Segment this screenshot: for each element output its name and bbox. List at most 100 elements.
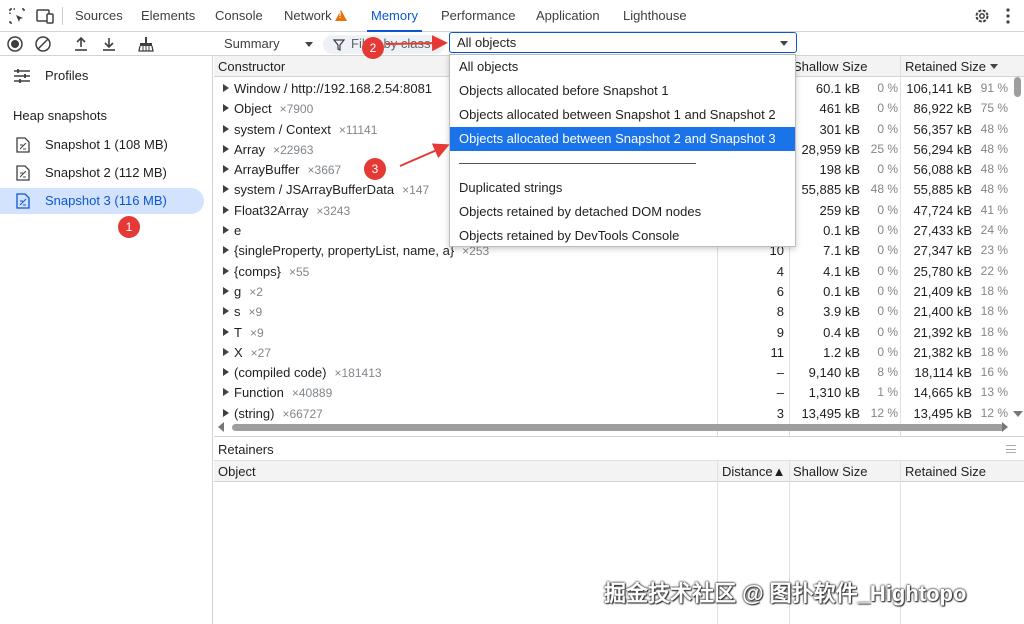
scrollbar-thumb[interactable] (232, 424, 1004, 431)
expand-triangle-icon[interactable] (223, 307, 229, 316)
object-filter-select[interactable]: All objects (449, 32, 797, 53)
constructor-label: {singleProperty, propertyList, name, a} (234, 243, 455, 259)
collect-garbage-icon[interactable] (137, 35, 155, 53)
distance-value: 9 (776, 324, 784, 340)
option-separator (459, 163, 696, 164)
tab-sources[interactable]: Sources (71, 0, 127, 32)
expand-triangle-icon[interactable] (223, 368, 229, 377)
snapshot-item-2[interactable]: Snapshot 2 (112 MB) (0, 160, 204, 186)
table-row[interactable]: X ×27 11 1.2 kB 0 % 21,382 kB 18 % (214, 342, 1024, 362)
upload-icon[interactable] (72, 35, 90, 53)
expand-triangle-icon[interactable] (223, 124, 229, 133)
ret-col-shallow-size[interactable]: Shallow Size (793, 464, 867, 479)
ret-col-object[interactable]: Object (218, 464, 256, 479)
view-select[interactable]: Summary (224, 36, 280, 51)
option-devtools-console[interactable]: Objects retained by DevTools Console (450, 224, 795, 248)
constructor-name: Float32Array ×3243 (234, 203, 350, 218)
tab-lighthouse[interactable]: Lighthouse (619, 0, 691, 32)
tab-application[interactable]: Application (532, 0, 604, 32)
snapshot-item-3[interactable]: Snapshot 3 (116 MB) (0, 188, 204, 214)
tab-performance[interactable]: Performance (437, 0, 519, 32)
tab-network[interactable]: Network (280, 0, 351, 32)
record-icon[interactable] (6, 35, 24, 53)
distance-value: 6 (776, 283, 784, 299)
table-row[interactable]: s ×9 8 3.9 kB 0 % 21,400 kB 18 % (214, 301, 1024, 321)
option-before-snapshot-1[interactable]: Objects allocated before Snapshot 1 (450, 79, 795, 103)
ret-col-distance[interactable]: Distance▲ (722, 464, 785, 479)
expand-triangle-icon[interactable] (223, 226, 229, 235)
gear-icon[interactable] (972, 6, 992, 26)
table-row[interactable]: (compiled code) ×181413 – 9,140 kB 8 % 18,114… (214, 362, 1024, 382)
retained-size-percent: 12 % (980, 405, 1008, 420)
retainers-header: Object Distance▲ Shallow Size Retained S… (214, 460, 1024, 482)
table-row[interactable]: T ×9 9 0.4 kB 0 % 21,392 kB 18 % (214, 322, 1024, 342)
shallow-size-value: 0.1 kB (823, 223, 860, 239)
retained-size-percent: 16 % (980, 365, 1008, 380)
expand-triangle-icon[interactable] (223, 165, 229, 174)
shallow-size-percent: 25 % (870, 141, 898, 156)
profiles-label: Profiles (45, 68, 89, 83)
retained-size-percent: 48 % (980, 121, 1008, 136)
option-detached-dom[interactable]: Objects retained by detached DOM nodes (450, 200, 795, 224)
option-label: All objects (459, 59, 519, 74)
expand-triangle-icon[interactable] (223, 408, 229, 417)
retained-size-value: 56,294 kB (913, 141, 972, 157)
expand-triangle-icon[interactable] (223, 205, 229, 214)
device-toolbar-icon[interactable] (35, 6, 55, 26)
expand-triangle-icon[interactable] (223, 104, 229, 113)
instance-count: ×22963 (273, 142, 314, 157)
shallow-size-value: 13,495 kB (801, 405, 860, 421)
constructor-label: T (234, 324, 242, 340)
vertical-scrollbar[interactable] (1013, 77, 1023, 417)
expand-triangle-icon[interactable] (223, 347, 229, 356)
shallow-size-percent: 8 % (877, 365, 898, 380)
table-row[interactable]: Function ×40889 – 1,310 kB 1 % 14,665 kB 13 % (214, 382, 1024, 402)
expand-triangle-icon[interactable] (223, 144, 229, 153)
instance-count: ×66727 (282, 406, 323, 421)
option-between-2-3[interactable]: Objects allocated between Snapshot 2 and… (450, 127, 795, 151)
retained-size-percent: 18 % (980, 344, 1008, 359)
panel-menu-icon[interactable] (1006, 445, 1016, 453)
horizontal-scrollbar[interactable] (214, 421, 1024, 433)
scroll-down-icon[interactable] (1013, 411, 1023, 417)
expand-triangle-icon[interactable] (223, 388, 229, 397)
option-between-1-2[interactable]: Objects allocated between Snapshot 1 and… (450, 103, 795, 127)
expand-triangle-icon[interactable] (223, 327, 229, 336)
snapshot-item-1[interactable]: Snapshot 1 (108 MB) (0, 132, 204, 158)
tab-console[interactable]: Console (211, 0, 267, 32)
more-options-icon[interactable] (998, 6, 1018, 26)
scroll-right-icon[interactable] (1002, 422, 1008, 432)
instance-count: ×2 (249, 284, 263, 299)
expand-triangle-icon[interactable] (223, 185, 229, 194)
shallow-size-percent: 0 % (877, 344, 898, 359)
tab-elements[interactable]: Elements (137, 0, 199, 32)
col-shallow-size[interactable]: Shallow Size (793, 59, 867, 74)
col-retained-size[interactable]: Retained Size (905, 59, 986, 74)
table-row[interactable]: (string) ×66727 3 13,495 kB 12 % 13,495 kB 12 … (214, 403, 1024, 423)
option-duplicated-strings[interactable]: Duplicated strings (450, 176, 795, 200)
expand-triangle-icon[interactable] (223, 84, 229, 92)
expand-triangle-icon[interactable] (223, 286, 229, 295)
retained-size-value: 86,922 kB (913, 101, 972, 117)
download-icon[interactable] (100, 35, 118, 53)
distance-value: 4 (776, 263, 784, 279)
warning-icon (334, 10, 347, 21)
tab-memory[interactable]: Memory (367, 0, 422, 32)
table-row[interactable]: g ×2 6 0.1 kB 0 % 21,409 kB 18 % (214, 281, 1024, 301)
inspect-element-icon[interactable] (7, 6, 27, 26)
col-constructor[interactable]: Constructor (218, 59, 285, 74)
retained-size-value: 21,382 kB (913, 344, 972, 360)
class-filter-input[interactable]: Filter by class (323, 35, 445, 54)
scroll-left-icon[interactable] (218, 422, 224, 432)
expand-triangle-icon[interactable] (223, 266, 229, 275)
distance-value: 3 (776, 405, 784, 421)
shallow-size-value: 301 kB (819, 121, 860, 137)
table-row[interactable]: {comps} ×55 4 4.1 kB 0 % 25,780 kB 22 % (214, 261, 1024, 281)
instance-count: ×181413 (334, 366, 382, 381)
scrollbar-thumb[interactable] (1014, 77, 1021, 97)
constructor-label: Array (234, 141, 266, 157)
option-all-objects[interactable]: All objects (450, 55, 795, 79)
expand-triangle-icon[interactable] (223, 246, 229, 255)
ret-col-retained-size[interactable]: Retained Size (905, 464, 986, 479)
clear-icon[interactable] (34, 35, 52, 53)
